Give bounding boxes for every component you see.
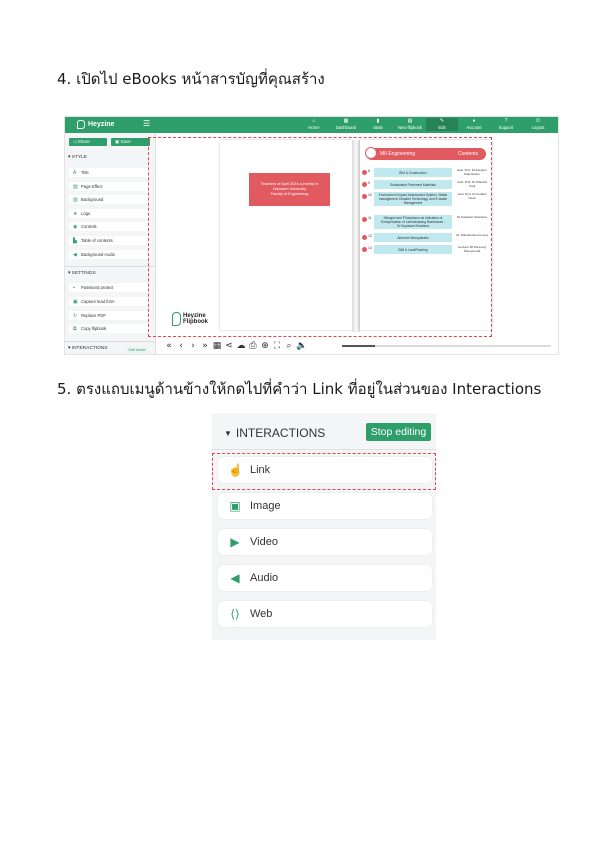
- nav-label: Account: [466, 125, 482, 130]
- menu-icon[interactable]: ☰: [143, 119, 150, 128]
- nav-stats[interactable]: ▮ Stats: [362, 118, 394, 131]
- nav-label: New flipbook: [398, 125, 422, 130]
- sound-icon[interactable]: 🔈: [296, 340, 307, 352]
- divider: [65, 341, 155, 342]
- interaction-label: Audio: [250, 572, 279, 584]
- share-button[interactable]: ◁ Share: [69, 138, 107, 146]
- app-logo[interactable]: Heyzine: [77, 120, 114, 129]
- sidebar-item-title[interactable]: A Title: [69, 168, 150, 177]
- nav-label: Edit: [438, 125, 446, 130]
- highlight-box-book: [148, 137, 492, 337]
- nav-label: Logout: [531, 125, 545, 130]
- nav-label: Stats: [373, 125, 383, 130]
- stop-editing-button[interactable]: Stop editing: [366, 423, 431, 441]
- speaker-icon: ◀: [73, 252, 77, 258]
- step-5-instruction: 5. ตรงแถบเมนูด้านข้างให้กดไปที่คำว่า Lin…: [57, 380, 542, 398]
- sidebar-item-replace-pdf[interactable]: ↻ Replace PDF: [69, 311, 150, 320]
- sidebar-item-copy-flipbook[interactable]: ⧉ Copy flipbook: [69, 324, 150, 333]
- interaction-audio[interactable]: ◀ Audio: [218, 565, 432, 591]
- share-icon[interactable]: ⋖: [224, 340, 234, 352]
- save-button[interactable]: ▣ Save: [111, 138, 150, 146]
- top-bar: Heyzine ☰ ⌂ Home ▦ Dashboard ▮ Stats ▤ New f…: [65, 117, 558, 133]
- nav-support[interactable]: ? Support: [490, 118, 522, 131]
- divider: [65, 266, 155, 267]
- app-brand: Heyzine: [88, 121, 115, 128]
- first-page-icon[interactable]: «: [164, 340, 174, 352]
- star-icon: ★: [73, 211, 78, 217]
- title-icon: A: [73, 170, 77, 176]
- interaction-web[interactable]: ⟨⟩ Web: [218, 601, 432, 627]
- sidebar: ◁ Share ▣ Save ▾ STYLE A Title ▧ Page Effe…: [65, 133, 156, 354]
- form-icon: ▣: [73, 299, 78, 305]
- fullscreen-icon[interactable]: ⛶: [272, 340, 282, 352]
- zoom-icon[interactable]: ⊕: [260, 340, 270, 352]
- play-icon: ▶: [230, 535, 240, 549]
- highlight-box-link: [212, 453, 436, 490]
- image-icon: ▣: [229, 499, 241, 513]
- interaction-label: Image: [250, 500, 281, 512]
- caret-down-icon: ▼: [224, 429, 232, 438]
- page-progress-fill: [342, 345, 376, 347]
- page-progress-bar[interactable]: [342, 345, 551, 347]
- interactions-header[interactable]: ▼ INTERACTIONS: [224, 426, 325, 440]
- interaction-video[interactable]: ▶ Video: [218, 529, 432, 555]
- top-nav: ⌂ Home ▦ Dashboard ▮ Stats ▤ New flipbook ✎ E…: [298, 118, 554, 131]
- sidebar-item-capture-lead-form[interactable]: ▣ Capture lead form: [69, 297, 150, 306]
- home-icon: ⌂: [312, 118, 316, 124]
- edit-icon: ✎: [439, 118, 445, 124]
- replace-icon: ↻: [73, 313, 78, 319]
- question-icon: ?: [504, 118, 508, 124]
- background-icon: ▨: [73, 197, 78, 203]
- interaction-image[interactable]: ▣ Image: [218, 493, 432, 519]
- previous-page-icon[interactable]: ‹: [176, 340, 186, 352]
- nav-label: Dashboard: [335, 125, 357, 130]
- next-page-icon[interactable]: ›: [188, 340, 198, 352]
- lock-icon: ▪: [73, 285, 75, 291]
- edit-mode-badge[interactable]: Edit mode: [125, 347, 149, 353]
- sidebar-item-table-of-contents[interactable]: ▙ Table of contents: [69, 236, 150, 245]
- stats-icon: ▮: [376, 118, 380, 124]
- thumbnails-icon[interactable]: ▦: [212, 340, 222, 352]
- copy-icon: ⧉: [73, 326, 77, 332]
- sidebar-item-background[interactable]: ▨ Background: [69, 195, 150, 204]
- last-page-icon[interactable]: »: [200, 340, 210, 352]
- search-icon[interactable]: ⌕: [284, 340, 294, 352]
- nav-logout[interactable]: ⏻ Logout: [522, 118, 554, 131]
- interaction-label: Web: [250, 608, 273, 620]
- print-icon[interactable]: ⎙: [248, 340, 258, 352]
- sidebar-item-logo[interactable]: ★ Logo: [69, 209, 150, 218]
- interactions-panel-screenshot: ▼ INTERACTIONS Stop editing ☝ Link ▣ Imag…: [212, 413, 436, 640]
- speaker-icon: ◀: [230, 571, 240, 585]
- style-section-header[interactable]: ▾ STYLE: [68, 155, 87, 160]
- sidebar-item-password-protect[interactable]: ▪ Password protect: [69, 283, 150, 292]
- sidebar-item-page-effect[interactable]: ▧ Page Effect: [69, 182, 150, 191]
- web-code-icon: ⟨⟩: [230, 607, 240, 621]
- interactions-section-header[interactable]: ▾ INTERACTIONS: [68, 346, 107, 351]
- bookmark-icon: ▙: [73, 238, 77, 244]
- page-effect-icon: ▧: [73, 184, 78, 190]
- heyzine-logo-icon: [77, 120, 85, 129]
- sidebar-item-background-audio[interactable]: ◀ Background Audio: [69, 250, 150, 259]
- download-icon[interactable]: ☁: [236, 340, 246, 352]
- controls-icon: ◉: [73, 224, 78, 230]
- user-icon: ●: [472, 118, 476, 124]
- grid-icon: ▦: [343, 118, 349, 124]
- nav-edit[interactable]: ✎ Edit: [426, 118, 458, 131]
- nav-label: Support: [498, 125, 514, 130]
- nav-label: Home: [308, 125, 320, 130]
- viewer-controls: « ‹ › » ▦ ⋖ ☁ ⎙ ⊕ ⛶ ⌕ 🔈: [164, 340, 307, 352]
- interaction-label: Video: [250, 536, 278, 548]
- nav-new-flipbook[interactable]: ▤ New flipbook: [394, 118, 426, 131]
- divider: [212, 449, 436, 450]
- sidebar-item-controls[interactable]: ◉ Controls: [69, 222, 150, 231]
- nav-home[interactable]: ⌂ Home: [298, 118, 330, 131]
- nav-account[interactable]: ● Account: [458, 118, 490, 131]
- settings-section-header[interactable]: ▾ SETTINGS: [68, 271, 96, 276]
- step-4-instruction: 4. เปิดไป eBooks หน้าสารบัญที่คุณสร้าง: [57, 70, 325, 88]
- power-icon: ⏻: [536, 118, 540, 124]
- file-icon: ▤: [407, 118, 413, 124]
- nav-dashboard[interactable]: ▦ Dashboard: [330, 118, 362, 131]
